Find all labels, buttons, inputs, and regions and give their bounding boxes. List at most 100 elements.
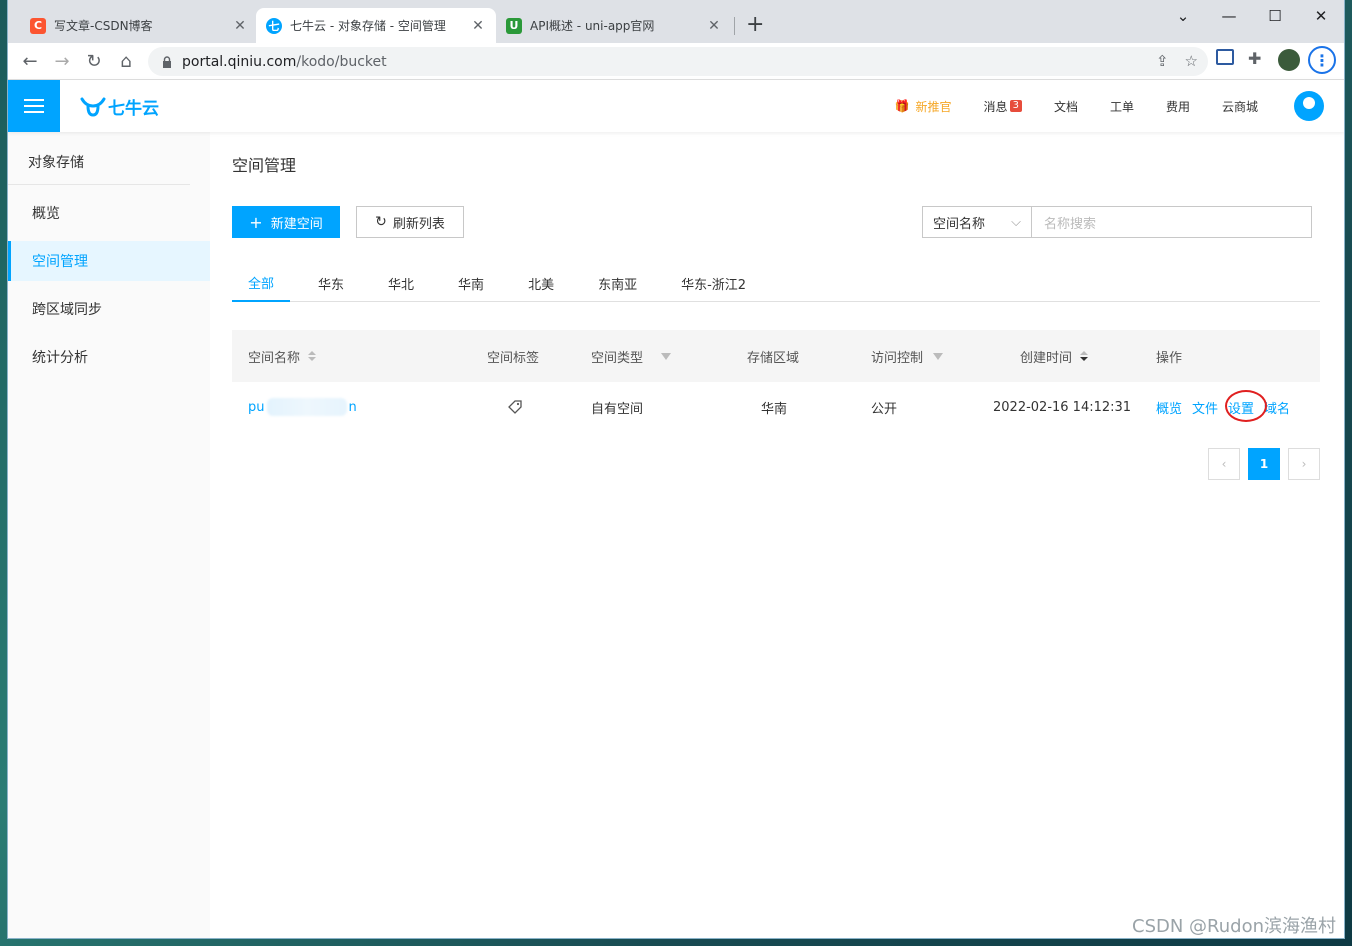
bookmark-star-icon[interactable]: ☆ bbox=[1185, 52, 1198, 70]
new-bucket-label: 新建空间 bbox=[270, 216, 323, 232]
user-avatar[interactable] bbox=[1294, 91, 1324, 121]
refresh-label: 刷新列表 bbox=[392, 216, 445, 232]
tab-title: API概述 - uni-app官网 bbox=[530, 19, 655, 33]
docs-link[interactable]: 文档 bbox=[1054, 98, 1078, 115]
profile-avatar[interactable] bbox=[1278, 49, 1300, 71]
billing-label: 费用 bbox=[1165, 99, 1190, 114]
region-tabs: 全部 华东 华北 华南 北美 东南亚 华东-浙江2 bbox=[232, 264, 1320, 302]
url-host: portal.qiniu.com bbox=[182, 53, 297, 70]
csdn-favicon-icon: C bbox=[30, 17, 46, 34]
top-nav: 🎁 新推官 消息 3 文档 工单 费用 云商城 bbox=[863, 80, 1324, 132]
col-created-label: 创建时间 bbox=[1020, 350, 1073, 366]
close-icon[interactable]: ✕ bbox=[232, 18, 248, 34]
search-group: 空间名称 ⌵ 名称搜索 bbox=[922, 206, 1312, 238]
page-button[interactable]: 1 bbox=[1248, 448, 1280, 480]
market-link[interactable]: 云商城 bbox=[1222, 98, 1258, 115]
extensions-puzzle-icon[interactable]: ✚ bbox=[1248, 49, 1261, 68]
search-placeholder: 名称搜索 bbox=[1044, 216, 1097, 232]
next-page-chevron-icon[interactable]: › bbox=[1288, 448, 1320, 480]
messages-count-badge: 3 bbox=[1009, 100, 1022, 112]
op-overview-link[interactable]: 概览 bbox=[1156, 398, 1182, 417]
bucket-type: 自有空间 bbox=[591, 401, 644, 417]
sidebar-item-cross-region-sync[interactable]: 跨区域同步 bbox=[8, 289, 210, 329]
url-text: portal.qiniu.com/kodo/bucket bbox=[182, 54, 387, 70]
sort-icon[interactable] bbox=[1080, 351, 1089, 361]
bucket-name-link[interactable]: pu n bbox=[248, 398, 357, 416]
market-label: 云商城 bbox=[1221, 99, 1258, 114]
qiniu-bull-icon bbox=[80, 97, 106, 117]
filter-icon[interactable] bbox=[661, 352, 672, 360]
col-region-label: 存储区域 bbox=[747, 350, 800, 366]
op-files-link[interactable]: 文件 bbox=[1192, 398, 1218, 417]
search-field-value: 空间名称 bbox=[933, 216, 986, 232]
prev-page-chevron-icon[interactable]: ‹ bbox=[1208, 448, 1240, 480]
new-bucket-button[interactable]: + 新建空间 bbox=[232, 206, 340, 238]
search-input[interactable]: 名称搜索 bbox=[1032, 206, 1312, 238]
pagination: ‹ 1 › bbox=[232, 448, 1320, 482]
col-created[interactable]: 创建时间 bbox=[1020, 347, 1089, 366]
tab-north-china[interactable]: 华北 bbox=[372, 264, 430, 302]
filter-icon[interactable] bbox=[933, 352, 944, 360]
tab-qiniu[interactable]: 七 七牛云 - 对象存储 - 空间管理 ✕ bbox=[256, 8, 496, 43]
tab-uniapp[interactable]: U API概述 - uni-app官网 ✕ bbox=[496, 8, 732, 43]
tab-all[interactable]: 全部 bbox=[232, 264, 291, 302]
sidebar-item-overview[interactable]: 概览 bbox=[8, 193, 210, 233]
action-bar: + 新建空间 ↻ 刷新列表 空间名称 ⌵ 名称搜索 bbox=[232, 206, 1322, 240]
col-ops-label: 操作 bbox=[1156, 350, 1183, 366]
tab-east-china[interactable]: 华东 bbox=[302, 264, 360, 302]
back-arrow-icon[interactable]: ← bbox=[18, 49, 42, 73]
col-tag: 空间标签 bbox=[487, 347, 539, 366]
sidebar-item-statistics[interactable]: 统计分析 bbox=[8, 337, 210, 377]
messages-link[interactable]: 消息 3 bbox=[984, 98, 1022, 115]
maximize-icon[interactable]: ☐ bbox=[1252, 0, 1298, 32]
reload-icon[interactable]: ↻ bbox=[82, 49, 106, 73]
tab-east-china-zhejiang2[interactable]: 华东-浙江2 bbox=[665, 264, 762, 302]
search-field-select[interactable]: 空间名称 ⌵ bbox=[922, 206, 1032, 238]
sidebar-item-bucket-management[interactable]: 空间管理 bbox=[8, 241, 210, 281]
tickets-link[interactable]: 工单 bbox=[1110, 98, 1134, 115]
tab-divider bbox=[734, 17, 735, 35]
close-icon[interactable]: ✕ bbox=[470, 18, 486, 34]
col-tag-label: 空间标签 bbox=[487, 350, 540, 366]
tag-icon[interactable] bbox=[508, 400, 522, 414]
bucket-created-time: 2022-02-16 14:12:31 bbox=[993, 399, 1132, 415]
chevron-down-icon: ⌵ bbox=[1011, 214, 1021, 230]
tab-south-china[interactable]: 华南 bbox=[442, 264, 500, 302]
lock-icon bbox=[163, 55, 171, 68]
reader-mode-icon[interactable] bbox=[1216, 49, 1234, 65]
refresh-list-button[interactable]: ↻ 刷新列表 bbox=[356, 206, 464, 238]
share-icon[interactable]: ⇪ bbox=[1156, 52, 1169, 70]
billing-link[interactable]: 费用 bbox=[1166, 98, 1190, 115]
qiniu-logo[interactable]: 七牛云 bbox=[80, 94, 159, 119]
sidebar-title: 对象存储 bbox=[8, 132, 190, 185]
plus-icon: + bbox=[249, 212, 263, 232]
new-user-link[interactable]: 🎁 新推官 bbox=[895, 98, 952, 115]
close-icon[interactable]: ✕ bbox=[706, 18, 722, 34]
messages-label: 消息 bbox=[983, 99, 1008, 114]
col-name[interactable]: 空间名称 bbox=[248, 347, 317, 366]
hamburger-menu-icon[interactable] bbox=[8, 80, 60, 132]
tab-strip: C 写文章-CSDN博客 ✕ 七 七牛云 - 对象存储 - 空间管理 ✕ U A… bbox=[8, 0, 1344, 43]
tab-north-america[interactable]: 北美 bbox=[512, 264, 570, 302]
browser-window: C 写文章-CSDN博客 ✕ 七 七牛云 - 对象存储 - 空间管理 ✕ U A… bbox=[8, 0, 1344, 938]
minimize-icon[interactable]: — bbox=[1206, 0, 1252, 32]
sort-icon[interactable] bbox=[308, 351, 317, 361]
logo-text: 七牛云 bbox=[108, 99, 159, 119]
browser-toolbar: ← → ↻ ⌂ portal.qiniu.com/kodo/bucket ⇪ ☆… bbox=[8, 43, 1344, 80]
address-bar[interactable]: portal.qiniu.com/kodo/bucket ⇪ ☆ bbox=[148, 47, 1208, 76]
sidebar: 对象存储 概览 空间管理 跨区域同步 统计分析 bbox=[8, 132, 210, 938]
op-domain-link[interactable]: 域名 bbox=[1264, 398, 1290, 417]
col-access: 访问控制 bbox=[871, 347, 944, 366]
tab-search-chevron-icon[interactable]: ⌄ bbox=[1160, 0, 1206, 32]
tab-southeast-asia[interactable]: 东南亚 bbox=[582, 264, 653, 302]
more-menu-icon[interactable]: ⋮ bbox=[1308, 46, 1336, 74]
qiniu-favicon-icon: 七 bbox=[266, 17, 282, 34]
window-close-icon[interactable]: ✕ bbox=[1298, 0, 1344, 32]
tab-csdn[interactable]: C 写文章-CSDN博客 ✕ bbox=[20, 8, 258, 43]
home-icon[interactable]: ⌂ bbox=[114, 49, 138, 73]
forward-arrow-icon[interactable]: → bbox=[50, 49, 74, 73]
new-tab-plus-icon[interactable]: + bbox=[746, 12, 764, 38]
bucket-region: 华南 bbox=[761, 401, 788, 417]
new-user-label: 新推官 bbox=[915, 99, 952, 114]
bucket-table: 空间名称 空间标签 空间类型 存储区域 访问控制 创建时间 操作 pu n 自有… bbox=[232, 330, 1320, 482]
